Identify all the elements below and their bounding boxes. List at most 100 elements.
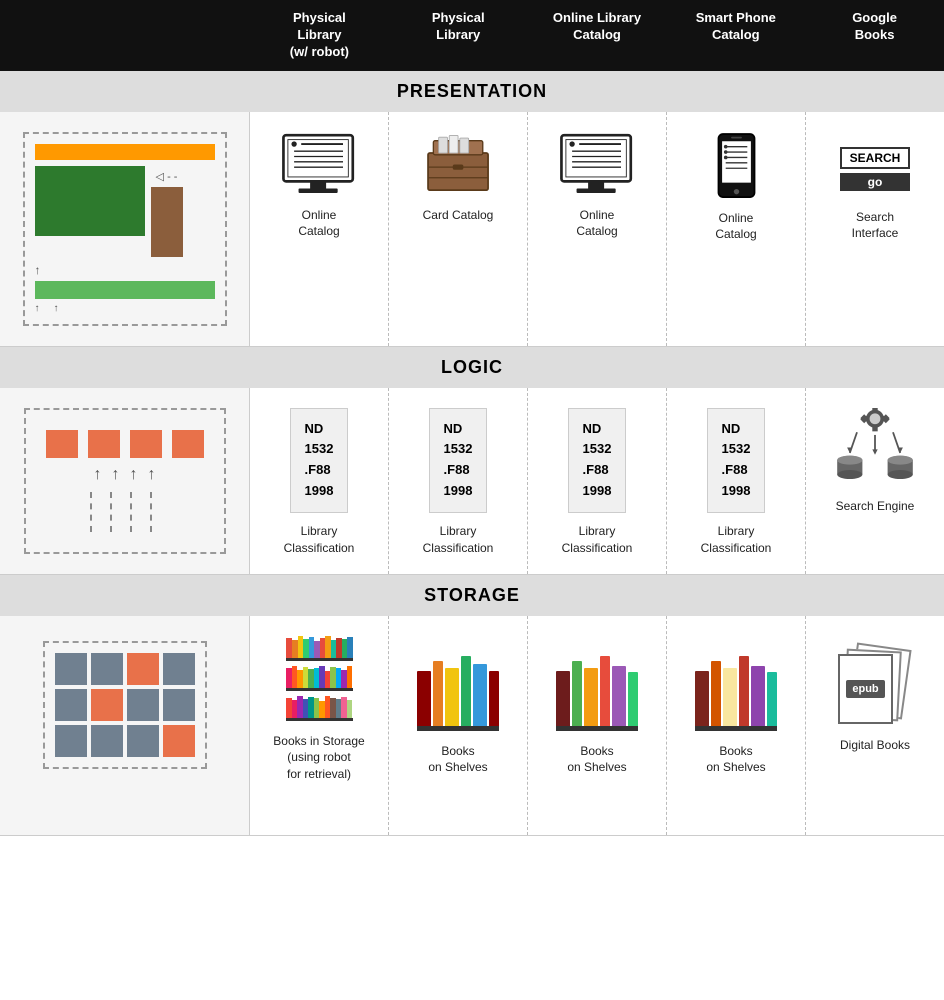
storage-col4: Bookson Shelves (667, 616, 806, 835)
storage-col1: Books in Storage(using robotfor retrieva… (250, 616, 389, 835)
sb4-2 (711, 661, 721, 726)
sg-12 (163, 725, 195, 757)
storage-shelves (286, 636, 353, 721)
header-col0 (0, 0, 250, 71)
shelf-row-1 (46, 430, 204, 458)
sb2-6 (489, 671, 499, 726)
storage-col3-label: Bookson Shelves (567, 743, 626, 777)
ui-mockup-container: ◁ - - ↑ ↑ ↑ (23, 132, 227, 326)
sg-8 (163, 689, 195, 721)
presentation-col2: Card Catalog (389, 112, 528, 346)
lib-card-2: ND1532.F881998 (429, 408, 488, 513)
presentation-col5-label: SearchInterface (852, 209, 899, 243)
storage-cols: Books in Storage(using robotfor retrieva… (250, 616, 944, 835)
ui-content-area: ◁ - - (35, 166, 215, 257)
search-engine-icon (830, 408, 920, 488)
presentation-col4: OnlineCatalog (667, 112, 806, 346)
b3-12 (347, 700, 352, 718)
logic-row: ↑ ↑ ↑ ↑ ND1532.F881998 LibraryClassifica… (0, 388, 944, 575)
arrow-down-2: ↑ (54, 303, 59, 314)
sb2-1 (417, 671, 431, 726)
logic-col2: ND1532.F881998 LibraryClassification (389, 388, 528, 574)
presentation-col3: OnlineCatalog (528, 112, 667, 346)
shelf-box-2 (88, 430, 120, 458)
sg-7 (127, 689, 159, 721)
ui-arrow-up-area: ↑ (35, 263, 215, 277)
shelf-arrows: ↑ ↑ ↑ ↑ (94, 466, 156, 484)
storage-col1-label: Books in Storage(using robotfor retrieva… (273, 733, 364, 783)
logic-left-diagram: ↑ ↑ ↑ ↑ (0, 388, 250, 574)
logic-label: LOGIC (0, 347, 944, 388)
header-col4: Smart PhoneCatalog (666, 0, 805, 71)
shelf-arrow-1: ↑ (94, 466, 102, 484)
storage-shelf-2 (286, 666, 353, 691)
logic-col3-label: LibraryClassification (562, 523, 633, 557)
sg-9 (55, 725, 87, 757)
logic-col5-label: Search Engine (836, 498, 915, 515)
standing-books-3 (556, 656, 638, 731)
lib-card-4: ND1532.F881998 (707, 408, 766, 513)
presentation-label: PRESENTATION (0, 71, 944, 112)
shelf-arrow-3: ↑ (130, 466, 138, 484)
shelf-diagram: ↑ ↑ ↑ ↑ (36, 420, 214, 542)
b2-12 (347, 666, 352, 688)
header: PhysicalLibrary(w/ robot) PhysicalLibrar… (0, 0, 944, 71)
arrow-down-1: ↑ (35, 303, 40, 314)
storage-col5: epub Digital Books (806, 616, 944, 835)
storage-shelf-1 (286, 636, 353, 661)
sb3-4 (600, 656, 610, 726)
sb4-1 (695, 671, 709, 726)
epub-front-page: epub (838, 654, 893, 724)
presentation-col1-label: OnlineCatalog (298, 207, 339, 241)
shelf-arrow-2: ↑ (112, 466, 120, 484)
storage-left-diagram (0, 616, 250, 835)
presentation-left-diagram: ◁ - - ↑ ↑ ↑ (0, 112, 250, 346)
presentation-cols: OnlineCatalog Card Catalog (250, 112, 944, 346)
card-catalog-icon (421, 132, 496, 197)
ui-orange-bar (35, 144, 215, 160)
shelf-row-2 (90, 492, 160, 532)
sg-5 (55, 689, 87, 721)
shelf-box-3 (130, 430, 162, 458)
logic-col2-label: LibraryClassification (423, 523, 494, 557)
vline-3 (130, 492, 140, 532)
presentation-col4-label: OnlineCatalog (715, 210, 756, 244)
lib-card-1: ND1532.F881998 (290, 408, 349, 513)
sg-2 (91, 653, 123, 685)
vline-1 (90, 492, 100, 532)
storage-col2-label: Bookson Shelves (428, 743, 487, 777)
logic-col3: ND1532.F881998 LibraryClassification (528, 388, 667, 574)
presentation-row: ◁ - - ↑ ↑ ↑ (0, 112, 944, 347)
ui-bottom-arrows: ↑ ↑ (35, 303, 215, 314)
storage-shelf-3 (286, 696, 353, 721)
shelf-diagram-container: ↑ ↑ ↑ ↑ (24, 408, 226, 554)
sb3-1 (556, 671, 570, 726)
phone-icon (714, 132, 759, 200)
search-box-display: SEARCH (840, 147, 910, 169)
header-col5: GoogleBooks (805, 0, 944, 71)
sb4-6 (767, 672, 777, 726)
storage-grid (55, 653, 195, 757)
header-col3: Online LibraryCatalog (528, 0, 667, 71)
logic-cols: ND1532.F881998 LibraryClassification ND1… (250, 388, 944, 574)
header-col1: PhysicalLibrary(w/ robot) (250, 0, 389, 71)
ui-right-side: ◁ - - (151, 166, 183, 257)
standing-books-2 (417, 656, 499, 731)
monitor-icon-3 (557, 132, 637, 197)
lib-card-3: ND1532.F881998 (568, 408, 627, 513)
go-button-display: go (840, 173, 910, 191)
ui-mockup: ◁ - - ↑ ↑ ↑ (35, 144, 215, 314)
search-interface-widget: SEARCH go (840, 147, 910, 191)
vline-4 (150, 492, 160, 532)
logic-col4-label: LibraryClassification (701, 523, 772, 557)
sb2-3 (445, 668, 459, 726)
vline-2 (110, 492, 120, 532)
presentation-col5: SEARCH go SearchInterface (806, 112, 944, 346)
arrow-dashed-right: ◁ - - (156, 170, 178, 183)
shelf-box-1 (46, 430, 78, 458)
sb4-5 (751, 666, 765, 726)
sb3-3 (584, 668, 598, 726)
presentation-col1: OnlineCatalog (250, 112, 389, 346)
shelf-arrow-4: ↑ (148, 466, 156, 484)
logic-col1-label: LibraryClassification (284, 523, 355, 557)
